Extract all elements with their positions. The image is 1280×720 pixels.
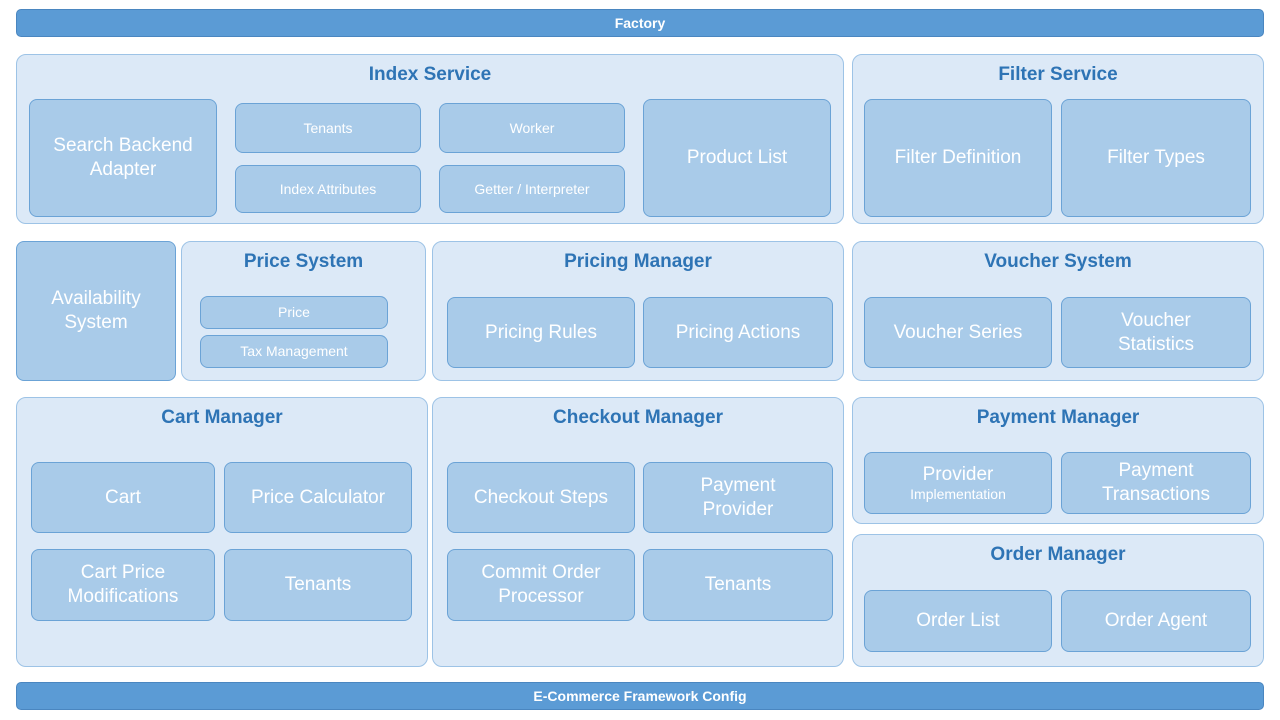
- box-voucher-statistics[interactable]: Voucher Statistics: [1061, 297, 1251, 368]
- box-cart[interactable]: Cart: [31, 462, 215, 533]
- box-cart-price-modifications[interactable]: Cart Price Modifications: [31, 549, 215, 621]
- pricing-manager-title: Pricing Manager: [564, 251, 712, 272]
- box-worker[interactable]: Worker: [439, 103, 625, 153]
- box-product-list[interactable]: Product List: [643, 99, 831, 217]
- box-label: Price: [278, 304, 310, 320]
- box-label: Tenants: [284, 574, 352, 595]
- diagram-canvas: Factory Index Service Search Backend Ada…: [0, 0, 1280, 720]
- box-label: Tenants: [303, 119, 353, 136]
- box-label: Search Backend Adapter: [53, 135, 193, 180]
- box-label: Order Agent: [1104, 610, 1208, 631]
- box-label: Tax Management: [240, 343, 348, 359]
- box-label: Worker: [509, 119, 555, 136]
- filter-service-title: Filter Service: [998, 64, 1118, 85]
- factory-bar: Factory: [16, 9, 1264, 37]
- box-price[interactable]: Price: [200, 296, 388, 329]
- box-label-line2: Provider: [702, 498, 774, 520]
- box-checkout-steps[interactable]: Checkout Steps: [447, 462, 635, 533]
- box-label: Pricing Actions: [675, 321, 801, 343]
- box-label: Index Attributes: [279, 180, 377, 197]
- box-label: Checkout Steps: [473, 486, 609, 508]
- box-filter-definition[interactable]: Filter Definition: [864, 99, 1052, 217]
- box-commit-order-processor[interactable]: Commit Order Processor: [447, 549, 635, 621]
- box-label: Price Calculator: [250, 486, 386, 508]
- ecommerce-framework-config-label: E-Commerce Framework Config: [533, 688, 747, 704]
- box-filter-types[interactable]: Filter Types: [1061, 99, 1251, 217]
- box-label: Product List: [686, 147, 788, 168]
- box-label: Availability System: [51, 288, 141, 333]
- cart-manager-title: Cart Manager: [161, 407, 283, 428]
- box-label-line1: Voucher: [1121, 309, 1191, 331]
- box-pricing-actions[interactable]: Pricing Actions: [643, 297, 833, 368]
- payment-manager-title: Payment Manager: [976, 407, 1140, 428]
- voucher-system-title: Voucher System: [984, 251, 1132, 272]
- box-label: Filter Definition: [894, 147, 1022, 168]
- box-label-line2: Modifications: [67, 586, 179, 607]
- factory-bar-label: Factory: [614, 15, 666, 31]
- checkout-manager-title: Checkout Manager: [553, 407, 723, 428]
- box-voucher-series[interactable]: Voucher Series: [864, 297, 1052, 368]
- box-label-line1: Payment: [1118, 460, 1194, 481]
- box-label: Filter Types: [1107, 147, 1205, 168]
- box-label-line2: Statistics: [1117, 333, 1195, 355]
- box-label: Order List: [916, 610, 1000, 631]
- box-payment-transactions[interactable]: Payment Transactions: [1061, 452, 1251, 514]
- box-label-line1: Cart Price: [80, 562, 166, 583]
- price-system-title: Price System: [243, 251, 364, 272]
- box-tenants-cart[interactable]: Tenants: [224, 549, 412, 621]
- box-label-line2: Transactions: [1101, 484, 1211, 505]
- box-label-line1: Commit Order: [481, 562, 601, 583]
- box-label-line1: Provider: [922, 464, 994, 485]
- box-label: Voucher Series: [893, 321, 1023, 343]
- box-provider-implementation[interactable]: Provider Implementation: [864, 452, 1052, 514]
- box-label: Tenants: [704, 574, 772, 595]
- box-tenants-index[interactable]: Tenants: [235, 103, 421, 153]
- box-label-line2: Processor: [498, 586, 584, 607]
- box-order-list[interactable]: Order List: [864, 590, 1052, 652]
- box-order-agent[interactable]: Order Agent: [1061, 590, 1251, 652]
- box-search-backend-adapter[interactable]: Search Backend Adapter: [29, 99, 217, 217]
- box-payment-provider[interactable]: Payment Provider: [643, 462, 833, 533]
- box-tax-management[interactable]: Tax Management: [200, 335, 388, 368]
- box-tenants-checkout[interactable]: Tenants: [643, 549, 833, 621]
- box-label: Cart: [105, 486, 141, 508]
- box-price-calculator[interactable]: Price Calculator: [224, 462, 412, 533]
- order-manager-title: Order Manager: [990, 544, 1126, 565]
- box-label-line1: Payment: [700, 474, 776, 496]
- box-index-attributes[interactable]: Index Attributes: [235, 165, 421, 213]
- box-pricing-rules[interactable]: Pricing Rules: [447, 297, 635, 368]
- box-availability-system[interactable]: Availability System: [16, 241, 176, 381]
- box-getter-interpreter[interactable]: Getter / Interpreter: [439, 165, 625, 213]
- index-service-title: Index Service: [368, 64, 492, 85]
- ecommerce-framework-config-bar: E-Commerce Framework Config: [16, 682, 1264, 710]
- box-label: Pricing Rules: [485, 321, 597, 343]
- box-label: Getter / Interpreter: [474, 180, 590, 197]
- box-label-line2: Implementation: [910, 486, 1006, 502]
